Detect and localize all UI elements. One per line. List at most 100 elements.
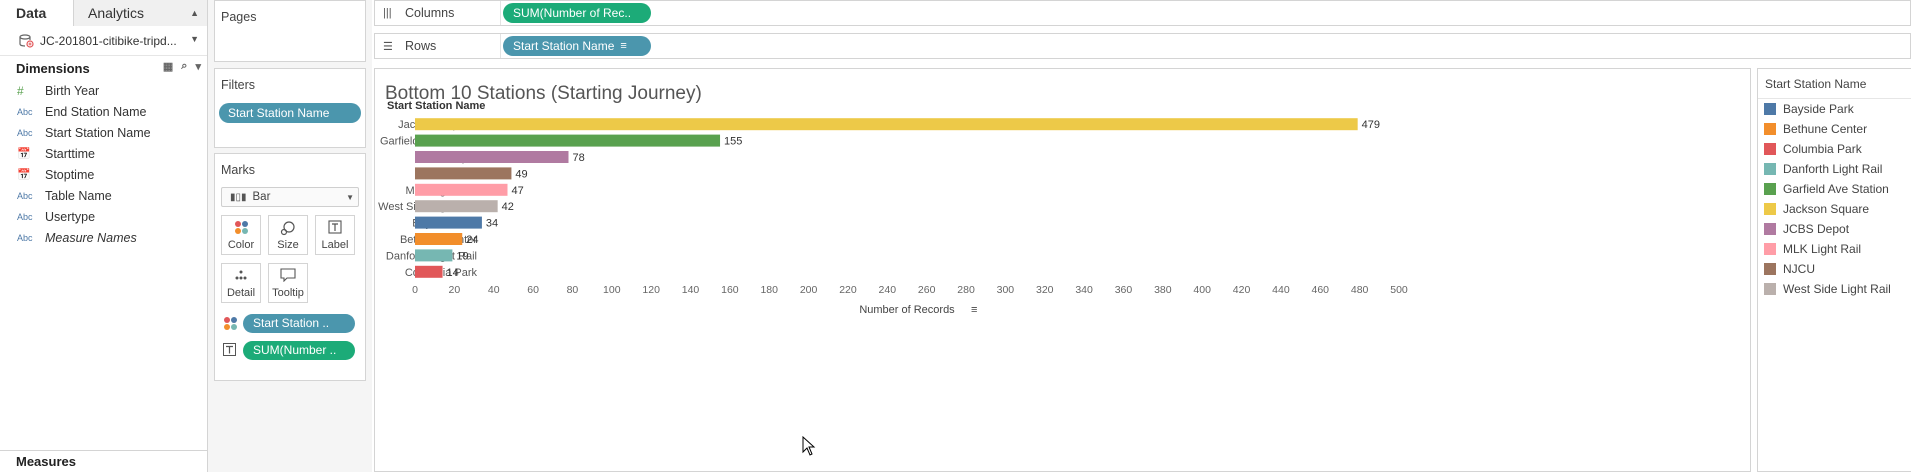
- detail-button[interactable]: Detail: [221, 263, 261, 303]
- legend-swatch: [1764, 223, 1776, 235]
- rows-pill-label: Start Station Name: [513, 39, 615, 53]
- x-tick-label: 280: [957, 284, 975, 296]
- rows-icon: ☰: [383, 40, 393, 53]
- size-button[interactable]: Size: [268, 215, 308, 255]
- mark-type-select[interactable]: ▮▯▮ Bar ▼: [221, 187, 359, 207]
- bar[interactable]: [415, 151, 569, 163]
- label-pill-sum-records[interactable]: SUM(Number ..: [243, 340, 355, 360]
- bar[interactable]: [415, 216, 482, 229]
- columns-pill-sum-records[interactable]: SUM(Number of Rec..: [503, 3, 651, 23]
- bar[interactable]: [415, 233, 463, 245]
- field-label: End Station Name: [45, 104, 147, 119]
- pages-card[interactable]: Pages: [214, 0, 366, 62]
- filters-title: Filters: [221, 78, 256, 92]
- legend-item[interactable]: MLK Light Rail: [1758, 239, 1911, 259]
- x-tick-label: 400: [1193, 284, 1211, 296]
- legend-title: Start Station Name: [1758, 69, 1911, 99]
- legend-item[interactable]: Columbia Park: [1758, 139, 1911, 159]
- x-tick-label: 360: [1115, 284, 1133, 296]
- bar[interactable]: [415, 265, 443, 278]
- x-tick-label: 180: [760, 284, 778, 296]
- data-label: 14: [447, 267, 459, 279]
- legend-item[interactable]: Bethune Center: [1758, 119, 1911, 139]
- marks-title: Marks: [221, 163, 256, 177]
- legend-swatch: [1764, 283, 1776, 295]
- datasource-name: JC-201801-citibike-tripd...: [40, 33, 177, 48]
- field-label: Measure Names: [45, 230, 137, 245]
- x-tick-label: 240: [879, 284, 897, 296]
- x-tick-label: 260: [918, 284, 936, 296]
- updown-icon[interactable]: ▲ ▼: [190, 0, 199, 52]
- legend-label: NJCU: [1783, 262, 1815, 276]
- x-tick-label: 460: [1312, 284, 1330, 296]
- data-label: 47: [511, 185, 523, 197]
- data-label: 42: [502, 201, 514, 213]
- legend-label: MLK Light Rail: [1783, 242, 1862, 256]
- field-stoptime[interactable]: 📅 Stoptime: [0, 164, 207, 185]
- view-grid-icon[interactable]: ▦: [163, 60, 173, 73]
- field-start-station-name[interactable]: Abc Start Station Name: [0, 122, 207, 143]
- datetime-type-icon: 📅: [17, 148, 31, 160]
- datasource-item[interactable]: JC-201801-citibike-tripd...: [0, 26, 207, 56]
- color-button[interactable]: Color: [221, 215, 261, 255]
- rows-text: Rows: [405, 39, 437, 53]
- legend-item[interactable]: NJCU: [1758, 259, 1911, 279]
- bar[interactable]: [415, 134, 721, 147]
- legend-item[interactable]: West Side Light Rail: [1758, 279, 1911, 299]
- search-icon[interactable]: ⌕: [181, 60, 187, 73]
- bar[interactable]: [415, 183, 508, 196]
- tooltip-button[interactable]: Tooltip: [268, 263, 308, 303]
- field-end-station-name[interactable]: Abc End Station Name: [0, 101, 207, 122]
- string-type-icon: Abc: [17, 211, 33, 222]
- detail-label: Detail: [226, 287, 256, 299]
- row-header: Start Station Name: [387, 100, 485, 112]
- legend-swatch: [1764, 183, 1776, 195]
- text-label-icon: [328, 220, 342, 237]
- field-label: Usertype: [45, 209, 96, 224]
- tooltip-label: Tooltip: [272, 287, 304, 299]
- bar[interactable]: [415, 167, 512, 180]
- data-label: 34: [486, 218, 498, 230]
- color-pill-start-station[interactable]: Start Station ..: [243, 313, 355, 333]
- string-type-icon: Abc: [17, 232, 33, 243]
- sort-descending-icon[interactable]: ≡: [620, 36, 626, 56]
- legend-items: Bayside Park Bethune Center Columbia Park D…: [1758, 99, 1911, 299]
- label-button[interactable]: Label: [315, 215, 355, 255]
- rows-shelf[interactable]: ☰ Rows Start Station Name ≡: [374, 33, 1911, 59]
- field-birth-year[interactable]: # Birth Year: [0, 80, 207, 101]
- filter-pill-start-station[interactable]: Start Station Name: [219, 103, 361, 123]
- size-icon: [280, 220, 296, 239]
- string-type-icon: Abc: [17, 190, 33, 201]
- bar-chart: Start Station NameJackson Square479Garfi…: [378, 100, 1408, 316]
- legend-item[interactable]: JCBS Depot: [1758, 219, 1911, 239]
- measures-header: Measures: [0, 450, 207, 472]
- tab-data[interactable]: Data: [0, 0, 74, 26]
- columns-shelf[interactable]: ||| Columns SUM(Number of Rec..: [374, 0, 1911, 26]
- bar[interactable]: [415, 200, 498, 213]
- x-tick-label: 80: [567, 284, 579, 296]
- field-measure-names[interactable]: Abc Measure Names: [0, 227, 207, 248]
- legend-label: Bethune Center: [1783, 122, 1868, 136]
- tab-analytics[interactable]: Analytics ▲ ▼: [74, 0, 207, 44]
- field-starttime[interactable]: 📅 Starttime: [0, 143, 207, 164]
- x-axis-title: Number of Records: [859, 304, 955, 316]
- field-usertype[interactable]: Abc Usertype: [0, 206, 207, 227]
- dimensions-label: Dimensions: [16, 60, 90, 76]
- legend-swatch: [1764, 103, 1776, 115]
- field-table-name[interactable]: Abc Table Name: [0, 185, 207, 206]
- bar[interactable]: [415, 118, 1358, 131]
- x-tick-label: 500: [1390, 284, 1408, 296]
- rows-pill-start-station[interactable]: Start Station Name ≡: [503, 36, 651, 56]
- cards-column: Pages Filters Start Station Name Marks ▮…: [208, 0, 372, 472]
- legend-item[interactable]: Danforth Light Rail: [1758, 159, 1911, 179]
- x-tick-label: 320: [1036, 284, 1054, 296]
- filters-card[interactable]: Filters Start Station Name: [214, 68, 366, 148]
- legend-item[interactable]: Jackson Square: [1758, 199, 1911, 219]
- legend-item[interactable]: Bayside Park: [1758, 99, 1911, 119]
- legend-item[interactable]: Garfield Ave Station: [1758, 179, 1911, 199]
- legend-label: JCBS Depot: [1783, 222, 1850, 236]
- x-tick-label: 340: [1075, 284, 1093, 296]
- string-type-icon: Abc: [17, 127, 33, 138]
- bar[interactable]: [415, 249, 453, 262]
- menu-dropdown-icon[interactable]: ▾: [195, 60, 201, 73]
